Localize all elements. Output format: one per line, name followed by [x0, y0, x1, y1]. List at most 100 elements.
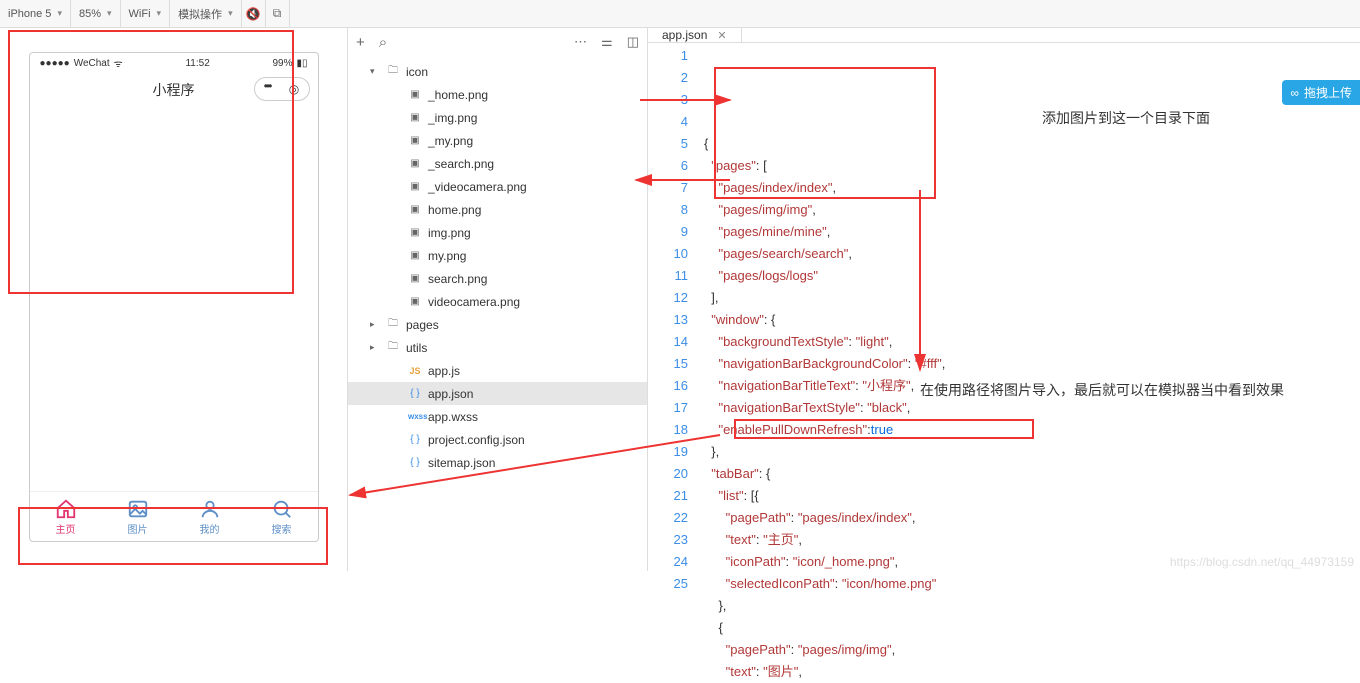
- search-file-icon[interactable]: ⌕: [379, 34, 387, 51]
- code-line[interactable]: "pages/index/index",: [704, 177, 1360, 199]
- tree-item-_my.png[interactable]: ▣_my.png: [348, 129, 647, 152]
- tab-icon: [55, 498, 77, 520]
- line-number: 21: [648, 485, 688, 507]
- image-file-icon: ▣: [408, 204, 422, 215]
- tree-item-sitemap.json[interactable]: { }sitemap.json: [348, 451, 647, 474]
- tab-2[interactable]: 我的: [174, 492, 246, 541]
- code-line[interactable]: "navigationBarTextStyle": "black",: [704, 397, 1360, 419]
- rotate-icon[interactable]: ⧉: [266, 0, 290, 27]
- device-selector[interactable]: iPhone 5▾: [0, 0, 71, 27]
- tree-item-_home.png[interactable]: ▣_home.png: [348, 83, 647, 106]
- zoom-selector[interactable]: 85%▾: [71, 0, 121, 27]
- tree-item-my.png[interactable]: ▣ my.png: [348, 244, 647, 267]
- tree-label: search.png: [428, 272, 487, 286]
- json-file-icon: { }: [408, 434, 422, 445]
- tree-item-_img.png[interactable]: ▣_img.png: [348, 106, 647, 129]
- code-line[interactable]: {: [704, 617, 1360, 639]
- split-icon[interactable]: ◫: [627, 34, 639, 50]
- code-line[interactable]: "list": [{: [704, 485, 1360, 507]
- settings-icon[interactable]: ⚌: [601, 34, 613, 50]
- folder-icon: 🗀: [386, 63, 400, 80]
- code-line[interactable]: "pages/logs/logs": [704, 265, 1360, 287]
- tree-label: my.png: [428, 249, 466, 263]
- tree-item-search.png[interactable]: ▣search.png: [348, 267, 647, 290]
- code-line[interactable]: "pages/img/img",: [704, 199, 1360, 221]
- image-file-icon: ▣: [408, 135, 422, 146]
- code-line[interactable]: ],: [704, 287, 1360, 309]
- code-line[interactable]: "pagePath": "pages/img/img",: [704, 639, 1360, 661]
- code-line[interactable]: "text": "图片",: [704, 661, 1360, 683]
- tree-item-icon[interactable]: ▾🗀icon: [348, 60, 647, 83]
- tab-0[interactable]: 主页: [30, 492, 102, 541]
- code-line[interactable]: "enablePullDownRefresh":true: [704, 419, 1360, 441]
- phone-frame: ●●●●●WeChatᯤ 11:52 99%▮▯ 小程序 •••◎ 主页图片我的…: [29, 52, 319, 542]
- code-line[interactable]: {: [704, 133, 1360, 155]
- top-toolbar: iPhone 5▾ 85%▾ WiFi▾ 模拟操作▾ 🔇 ⧉: [0, 0, 1360, 28]
- tree-item-app.js[interactable]: JSapp.js: [348, 359, 647, 382]
- tree-label: pages: [406, 318, 439, 332]
- tab-1[interactable]: 图片: [102, 492, 174, 541]
- tree-label: _search.png: [428, 157, 494, 171]
- image-file-icon: ▣: [408, 227, 422, 238]
- battery-icon: ▮▯: [296, 58, 307, 69]
- image-file-icon: ▣: [408, 158, 422, 169]
- mock-selector[interactable]: 模拟操作▾: [170, 0, 242, 27]
- code-line[interactable]: "text": "主页",: [704, 529, 1360, 551]
- tree-label: app.json: [428, 387, 473, 401]
- mute-icon[interactable]: 🔇: [242, 0, 266, 27]
- tree-item-home.png[interactable]: ▣home.png: [348, 198, 647, 221]
- code-line[interactable]: "selectedIconPath": "icon/home.png": [704, 573, 1360, 595]
- code-line[interactable]: "tabBar": {: [704, 463, 1360, 485]
- tree-item-img.png[interactable]: ▣ img.png: [348, 221, 647, 244]
- json-file-icon: { }: [408, 388, 422, 399]
- line-number: 3: [648, 89, 688, 111]
- network-selector[interactable]: WiFi▾: [121, 0, 171, 27]
- tree-item-_search.png[interactable]: ▣ _search.png: [348, 152, 647, 175]
- code-line[interactable]: "pagePath": "pages/index/index",: [704, 507, 1360, 529]
- editor-pane: app.json ✕ 12345678910111213141516171819…: [648, 28, 1360, 571]
- line-number: 9: [648, 221, 688, 243]
- tree-item-_videocamera.png[interactable]: ▣_videocamera.png: [348, 175, 647, 198]
- code-line[interactable]: "pages/mine/mine",: [704, 221, 1360, 243]
- line-number: 12: [648, 287, 688, 309]
- editor-tab-appjson[interactable]: app.json ✕: [648, 28, 742, 42]
- line-number: 10: [648, 243, 688, 265]
- tree-item-pages[interactable]: ▸🗀pages: [348, 313, 647, 336]
- status-time: 11:52: [185, 58, 209, 69]
- code-line[interactable]: "pages/search/search",: [704, 243, 1360, 265]
- line-number: 1: [648, 45, 688, 67]
- code-line[interactable]: },: [704, 595, 1360, 617]
- tree-item-videocamera.png[interactable]: ▣videocamera.png: [348, 290, 647, 313]
- code-line[interactable]: "window": {: [704, 309, 1360, 331]
- close-tab-icon[interactable]: ✕: [717, 29, 726, 42]
- tree-item-utils[interactable]: ▸🗀utils: [348, 336, 647, 359]
- tree-label: icon: [406, 65, 428, 79]
- tree-label: img.png: [428, 226, 471, 240]
- line-number: 11: [648, 265, 688, 287]
- code-line[interactable]: "backgroundTextStyle": "light",: [704, 331, 1360, 353]
- cloud-icon: ∞: [1290, 86, 1299, 100]
- tree-item-project.config.json[interactable]: { }project.config.json: [348, 428, 647, 451]
- capsule-button[interactable]: •••◎: [254, 77, 310, 101]
- tree-label: _home.png: [428, 88, 488, 102]
- line-number: 6: [648, 155, 688, 177]
- add-file-icon[interactable]: +: [356, 34, 365, 51]
- code-editor[interactable]: 1234567891011121314151617181920212223242…: [648, 43, 1360, 683]
- tree-item-app.wxss[interactable]: wxssapp.wxss: [348, 405, 647, 428]
- upload-badge[interactable]: ∞ 拖拽上传: [1282, 80, 1360, 105]
- code-line[interactable]: "pages": [: [704, 155, 1360, 177]
- tree-item-app.json[interactable]: { } app.json: [348, 382, 647, 405]
- tab-icon: [199, 498, 221, 520]
- file-tree[interactable]: ▾🗀icon▣_home.png▣_img.png▣_my.png▣_searc…: [348, 56, 647, 571]
- tree-label: app.wxss: [428, 410, 478, 424]
- image-file-icon: ▣: [408, 250, 422, 261]
- code-line[interactable]: "navigationBarBackgroundColor": "#fff",: [704, 353, 1360, 375]
- tab-3[interactable]: 搜索: [246, 492, 318, 541]
- annotation-text-1: 添加图片到这一个目录下面: [1042, 108, 1210, 128]
- tab-label: 主页: [56, 521, 76, 536]
- line-number: 24: [648, 551, 688, 573]
- more-icon[interactable]: ⋯: [574, 34, 587, 50]
- code-line[interactable]: },: [704, 441, 1360, 463]
- simulator-pane: ●●●●●WeChatᯤ 11:52 99%▮▯ 小程序 •••◎ 主页图片我的…: [0, 28, 348, 571]
- code-area[interactable]: { "pages": [ "pages/index/index", "pages…: [704, 43, 1360, 683]
